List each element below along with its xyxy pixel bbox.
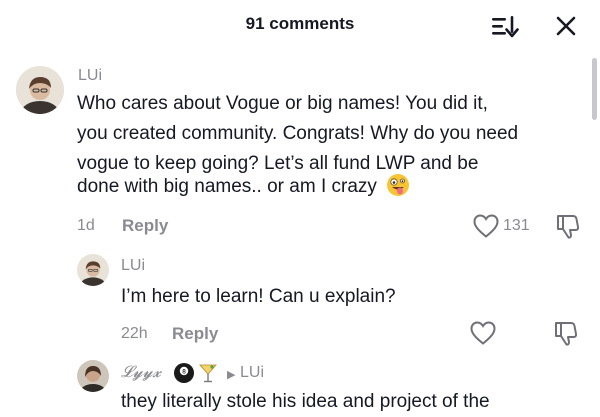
- heart-icon: [470, 321, 496, 345]
- comment-username[interactable]: LUi: [121, 257, 145, 275]
- zany-face-emoji: [386, 173, 410, 207]
- cocktail-icon: [197, 362, 219, 389]
- sort-button[interactable]: [488, 10, 520, 42]
- comment-text-last-row: done with big names.. or am I crazy: [77, 172, 410, 207]
- heart-icon: [473, 214, 499, 238]
- comment-text-line: done with big names.. or am I crazy: [77, 176, 377, 197]
- like-button[interactable]: [469, 320, 497, 346]
- comments-header: 91 comments: [0, 0, 600, 52]
- sort-list-icon: [492, 16, 519, 38]
- comment-username[interactable]: LUi: [78, 67, 102, 85]
- svg-text:8: 8: [182, 369, 186, 376]
- avatar[interactable]: [16, 66, 64, 114]
- eight-ball-icon: 8: [173, 362, 195, 389]
- dislike-button[interactable]: [552, 319, 580, 347]
- reply-button[interactable]: Reply: [122, 216, 168, 236]
- reply-to-username[interactable]: LUi: [240, 364, 264, 382]
- reply-button[interactable]: Reply: [172, 324, 218, 344]
- dislike-button[interactable]: [554, 212, 582, 240]
- comment-timestamp: 22h: [121, 325, 148, 342]
- avatar[interactable]: [77, 254, 109, 286]
- comment-text-line: you created community. Congrats! Why do …: [77, 123, 519, 144]
- comment-text: I’m here to learn! Can u explain?: [121, 286, 396, 307]
- thumbs-down-icon: [557, 215, 580, 239]
- comment-username[interactable]: 𝓛𝔂𝔂𝔁: [121, 364, 161, 382]
- avatar[interactable]: [77, 360, 109, 392]
- comment-text: they literally stole his idea and projec…: [121, 391, 490, 412]
- like-count: 131: [503, 217, 530, 234]
- close-icon: [556, 16, 576, 36]
- close-button[interactable]: [550, 10, 582, 42]
- reply-arrow-icon: ▶: [227, 369, 236, 381]
- scrollbar[interactable]: [592, 58, 597, 120]
- comment-text-line: Who cares about Vogue or big names! You …: [77, 93, 488, 114]
- comment-timestamp: 1d: [77, 217, 95, 234]
- thumbs-down-icon: [555, 322, 578, 346]
- like-button[interactable]: [472, 213, 500, 239]
